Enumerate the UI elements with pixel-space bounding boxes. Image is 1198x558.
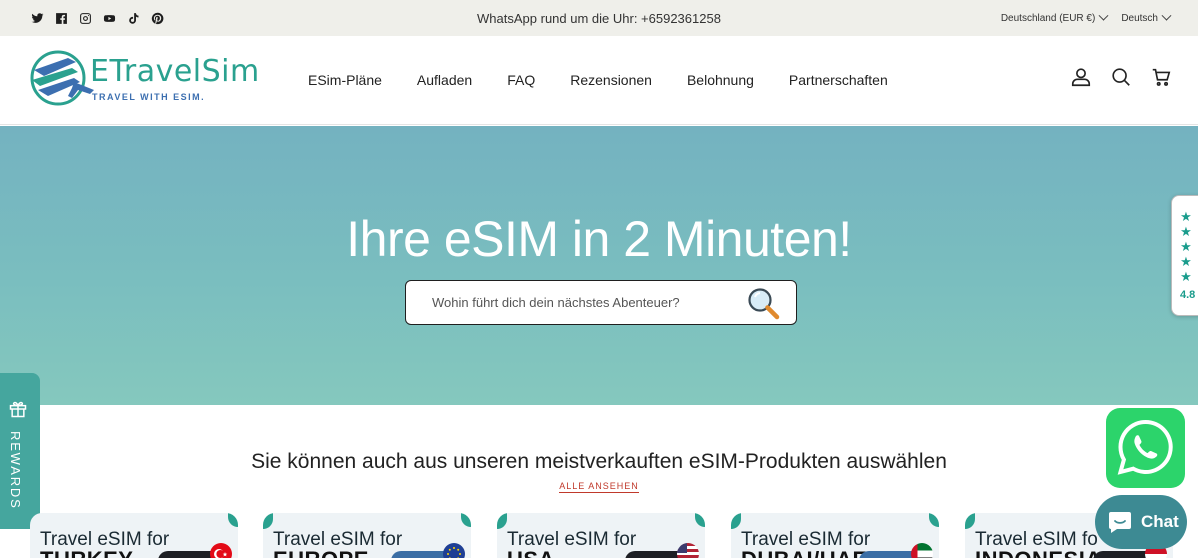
star-icon: ★ <box>1180 269 1192 284</box>
product-card-line2: INDONESIA <box>975 547 1102 558</box>
star-icon: ★ <box>1180 224 1192 239</box>
nav-item-top-up[interactable]: Aufladen <box>417 72 472 88</box>
destination-search-input[interactable] <box>432 295 732 310</box>
eu-flag-icon <box>443 543 465 558</box>
nav-item-rewards[interactable]: Belohnung <box>687 72 754 88</box>
whatsapp-button[interactable] <box>1106 408 1185 488</box>
tiktok-icon[interactable] <box>126 11 140 25</box>
cart-icon[interactable] <box>1150 66 1172 88</box>
country-selector[interactable]: Deutschland (EUR €) <box>1000 10 1109 24</box>
language-selector-label: Deutsch <box>1121 12 1158 24</box>
star-icon: ★ <box>1180 209 1192 224</box>
product-card-turkey[interactable]: Travel eSIM for TURKEY <box>30 513 238 558</box>
hero-title: Ihre eSIM in 2 Minuten! <box>346 211 852 267</box>
leaf-decoration <box>497 513 507 529</box>
instagram-icon[interactable] <box>78 11 92 25</box>
gift-icon <box>9 401 27 418</box>
rating-stars: ★ ★ ★ ★ ★ <box>1172 210 1198 284</box>
nav-item-reviews[interactable]: Rezensionen <box>570 72 652 88</box>
reviews-badge[interactable]: ★ ★ ★ ★ ★ 4.8 <box>1171 195 1198 316</box>
leaf-decoration <box>695 513 705 527</box>
view-all-link-wrap: ALLE ANSEHEN <box>0 481 1198 493</box>
product-card-dubai[interactable]: Travel eSIM for DUBAI/UAE <box>731 513 939 558</box>
star-icon: ★ <box>1180 239 1192 254</box>
star-icon: ★ <box>1180 254 1192 269</box>
leaf-decoration <box>731 513 741 529</box>
whatsapp-icon <box>1117 419 1173 475</box>
site-header: ETravelSim TRAVEL WITH ESIM. ESim-Pläne … <box>0 36 1198 125</box>
logo[interactable]: ETravelSim TRAVEL WITH ESIM. <box>28 50 259 108</box>
rating-score: 4.8 <box>1180 289 1196 301</box>
product-card-usa[interactable]: Travel eSIM for USA <box>497 513 705 558</box>
leaf-decoration <box>965 513 975 529</box>
product-card-line2: TURKEY <box>40 547 133 558</box>
chevron-down-icon <box>1098 10 1109 21</box>
twitter-icon[interactable] <box>30 11 44 25</box>
chat-launcher[interactable]: Chat <box>1095 495 1187 549</box>
pinterest-icon[interactable] <box>150 11 164 25</box>
product-card-line2: EUROPE <box>273 547 369 558</box>
account-icon[interactable] <box>1070 66 1092 88</box>
header-icons <box>1070 66 1172 88</box>
logo-tagline: TRAVEL WITH ESIM. <box>92 92 206 102</box>
nav-item-esim-plans[interactable]: ESim-Pläne <box>308 72 382 88</box>
view-all-link[interactable]: ALLE ANSEHEN <box>559 481 639 493</box>
hero-banner: Ihre eSIM in 2 Minuten! <box>0 126 1198 405</box>
nav-item-faq[interactable]: FAQ <box>507 72 535 88</box>
leaf-decoration <box>461 513 471 527</box>
product-card-line2: DUBAI/UAE <box>741 547 868 558</box>
chat-launcher-label: Chat <box>1141 512 1179 531</box>
bestsellers-title: Sie können auch aus unseren meistverkauf… <box>251 450 947 473</box>
product-card-europe[interactable]: Travel eSIM for EUROPE <box>263 513 471 558</box>
social-links <box>0 11 164 25</box>
leaf-decoration <box>228 513 238 527</box>
whatsapp-announcement-link[interactable]: WhatsApp rund um die Uhr: +6592361258 <box>477 11 721 26</box>
magnifier-search-icon[interactable] <box>746 286 782 322</box>
usa-flag-icon <box>677 543 699 558</box>
main-nav: ESim-Pläne Aufladen FAQ Rezensionen Belo… <box>308 72 888 88</box>
facebook-icon[interactable] <box>54 11 68 25</box>
youtube-icon[interactable] <box>102 11 116 25</box>
announcement-bar: WhatsApp rund um die Uhr: +6592361258 De… <box>0 0 1198 36</box>
localization: Deutschland (EUR €) Deutsch <box>1000 10 1198 24</box>
destination-search <box>405 280 797 325</box>
language-selector[interactable]: Deutsch <box>1121 10 1172 24</box>
leaf-decoration <box>929 513 939 527</box>
uae-flag-icon <box>911 543 933 558</box>
product-card-line2: USA <box>507 547 555 558</box>
logo-text: ETravelSim <box>90 54 260 89</box>
leaf-decoration <box>263 513 273 529</box>
country-selector-label: Deutschland (EUR €) <box>1000 12 1096 24</box>
chat-bubble-icon <box>1109 512 1131 533</box>
chevron-down-icon <box>1161 10 1172 21</box>
turkey-flag-icon <box>210 543 232 558</box>
search-icon[interactable] <box>1110 66 1132 88</box>
nav-item-partnerships[interactable]: Partnerschaften <box>789 72 888 88</box>
